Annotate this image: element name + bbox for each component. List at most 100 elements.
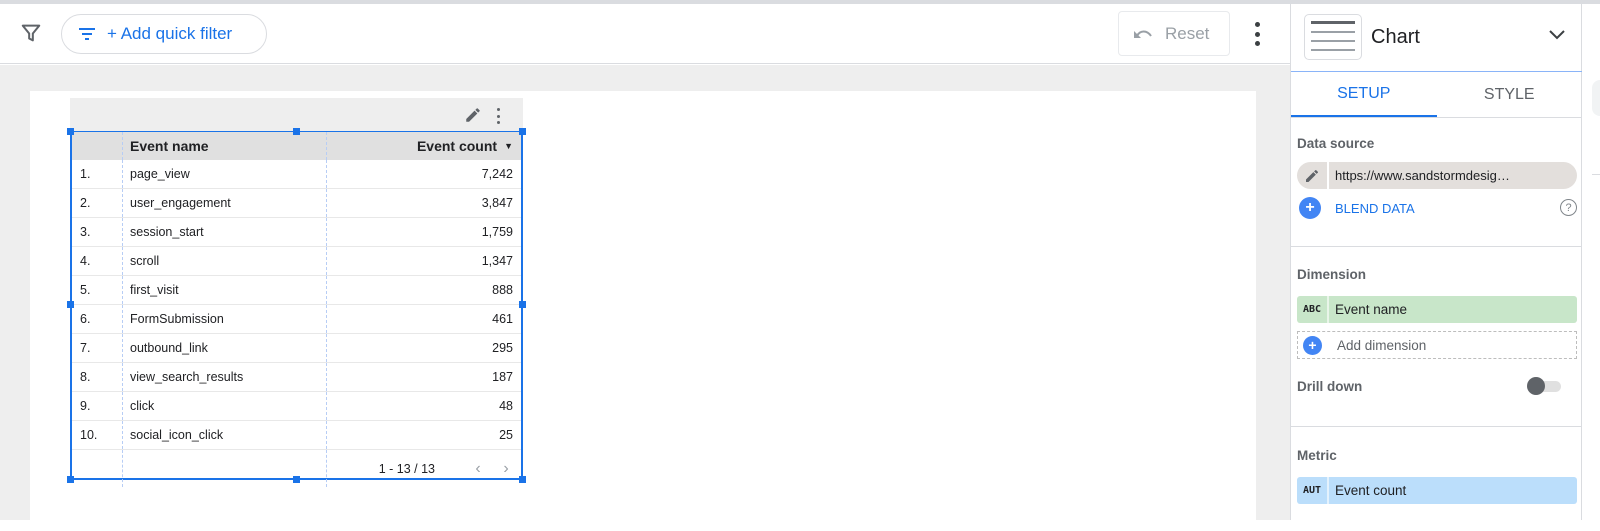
event-name-cell: scroll <box>123 247 327 275</box>
event-count-cell: 1,759 <box>481 225 513 239</box>
pagination-range: 1 - 13 / 13 <box>378 461 435 476</box>
event-count-cell: 888 <box>492 283 513 297</box>
table-row[interactable]: 9. click 48 <box>72 392 521 421</box>
metric-label: Metric <box>1297 448 1337 463</box>
chart-more-icon[interactable] <box>495 108 501 124</box>
reset-button[interactable]: Reset <box>1118 11 1230 56</box>
row-index: 10. <box>72 421 123 449</box>
edit-pencil-icon[interactable] <box>464 106 482 124</box>
blend-data-button[interactable]: BLEND DATA <box>1335 201 1415 216</box>
filter-list-icon <box>79 28 95 40</box>
event-count-cell: 48 <box>499 399 513 413</box>
row-index: 4. <box>72 247 123 275</box>
row-index: 1. <box>72 160 123 188</box>
row-index: 2. <box>72 189 123 217</box>
edit-data-source-icon[interactable] <box>1297 162 1329 189</box>
column-header-event-name[interactable]: Event name <box>123 132 327 160</box>
data-source-label: Data source <box>1297 136 1375 151</box>
column-header-event-count[interactable]: Event count ▼ <box>327 132 521 160</box>
event-name-cell: FormSubmission <box>123 305 327 333</box>
event-name-cell: click <box>123 392 327 420</box>
row-index: 3. <box>72 218 123 246</box>
table-row[interactable]: 6. FormSubmission 461 <box>72 305 521 334</box>
resize-handle[interactable] <box>67 476 74 483</box>
resize-handle[interactable] <box>293 476 300 483</box>
more-options-button[interactable] <box>1250 20 1264 48</box>
dimension-label: Dimension <box>1297 267 1367 282</box>
drill-down-label: Drill down <box>1297 379 1363 394</box>
text-type-icon: ABC <box>1297 296 1329 323</box>
rail-tab[interactable] <box>1592 80 1600 116</box>
chart-header-bar <box>70 98 523 131</box>
blend-data-row: + BLEND DATA ? <box>1299 196 1577 220</box>
rail-divider <box>1592 174 1600 175</box>
add-dimension-button[interactable]: + Add dimension <box>1297 331 1577 359</box>
data-source-selector[interactable]: https://www.sandstormdesig… <box>1297 162 1577 189</box>
filter-toolbar: + Add quick filter Reset <box>0 4 1290 64</box>
metric-chip[interactable]: AUT Event count <box>1297 477 1577 504</box>
table-row[interactable]: 2. user_engagement 3,847 <box>72 189 521 218</box>
tab-style[interactable]: STYLE <box>1437 72 1583 117</box>
resize-handle[interactable] <box>293 128 300 135</box>
event-count-cell: 461 <box>492 312 513 326</box>
table-row[interactable]: 7. outbound_link 295 <box>72 334 521 363</box>
previous-page-icon[interactable]: ‹ <box>471 460 485 477</box>
tab-setup[interactable]: SETUP <box>1291 72 1437 117</box>
resize-handle[interactable] <box>67 301 74 308</box>
table-row[interactable]: 5. first_visit 888 <box>72 276 521 305</box>
event-name-cell: user_engagement <box>123 189 327 217</box>
event-count-cell: 25 <box>499 428 513 442</box>
add-circle-icon[interactable]: + <box>1299 197 1321 219</box>
event-count-cell: 295 <box>492 341 513 355</box>
add-circle-icon: + <box>1303 335 1322 355</box>
data-table: Event name Event count ▼ 1. page_view 7,24… <box>70 131 523 487</box>
chart-type-selector[interactable]: Chart <box>1291 4 1582 72</box>
metric-name: Event count <box>1335 483 1407 498</box>
footer-spacer <box>72 450 123 487</box>
index-header <box>72 132 123 160</box>
drill-down-toggle[interactable] <box>1527 377 1563 395</box>
next-page-icon[interactable]: › <box>499 460 513 477</box>
row-index: 8. <box>72 363 123 391</box>
event-name-cell: social_icon_click <box>123 421 327 449</box>
event-count-cell: 7,242 <box>481 167 513 181</box>
resize-handle[interactable] <box>519 301 526 308</box>
properties-panel: Chart SETUP STYLE Data source https://ww… <box>1290 4 1582 520</box>
resize-handle[interactable] <box>519 128 526 135</box>
resize-handle[interactable] <box>519 476 526 483</box>
table-row[interactable]: 10. social_icon_click 25 <box>72 421 521 450</box>
add-quick-filter-label: + Add quick filter <box>107 24 233 43</box>
side-rail <box>1582 4 1600 520</box>
add-quick-filter-button[interactable]: + Add quick filter <box>61 14 267 54</box>
section-divider <box>1291 426 1582 427</box>
resize-handle[interactable] <box>67 128 74 135</box>
data-source-name: https://www.sandstormdesig… <box>1335 168 1510 183</box>
row-index: 6. <box>72 305 123 333</box>
chevron-down-icon[interactable] <box>1549 30 1565 40</box>
chart-type-title: Chart <box>1371 26 1420 48</box>
table-row[interactable]: 4. scroll 1,347 <box>72 247 521 276</box>
event-count-cell: 187 <box>492 370 513 384</box>
report-canvas: Event name Event count ▼ 1. page_view 7,24… <box>0 65 1290 531</box>
table-row[interactable]: 8. view_search_results 187 <box>72 363 521 392</box>
table-row[interactable]: 3. session_start 1,759 <box>72 218 521 247</box>
reset-label: Reset <box>1165 23 1210 43</box>
sort-descending-icon: ▼ <box>504 141 513 151</box>
table-header-row: Event name Event count ▼ <box>72 132 521 160</box>
help-icon[interactable]: ? <box>1560 199 1577 216</box>
dimension-chip[interactable]: ABC Event name <box>1297 296 1577 323</box>
add-dimension-label: Add dimension <box>1337 337 1427 353</box>
filter-funnel-icon[interactable] <box>20 22 42 44</box>
row-index: 7. <box>72 334 123 362</box>
pagination: 1 - 13 / 13 ‹ › <box>327 450 521 487</box>
undo-icon <box>1134 30 1152 38</box>
panel-tabs: SETUP STYLE <box>1291 72 1582 118</box>
table-chart-icon <box>1304 14 1362 60</box>
event-name-cell: first_visit <box>123 276 327 304</box>
event-name-cell: view_search_results <box>123 363 327 391</box>
table-row[interactable]: 1. page_view 7,242 <box>72 160 521 189</box>
event-name-cell: outbound_link <box>123 334 327 362</box>
column-header-label: Event count <box>416 138 498 154</box>
table-chart[interactable]: Event name Event count ▼ 1. page_view 7,24… <box>67 98 526 487</box>
row-index: 5. <box>72 276 123 304</box>
